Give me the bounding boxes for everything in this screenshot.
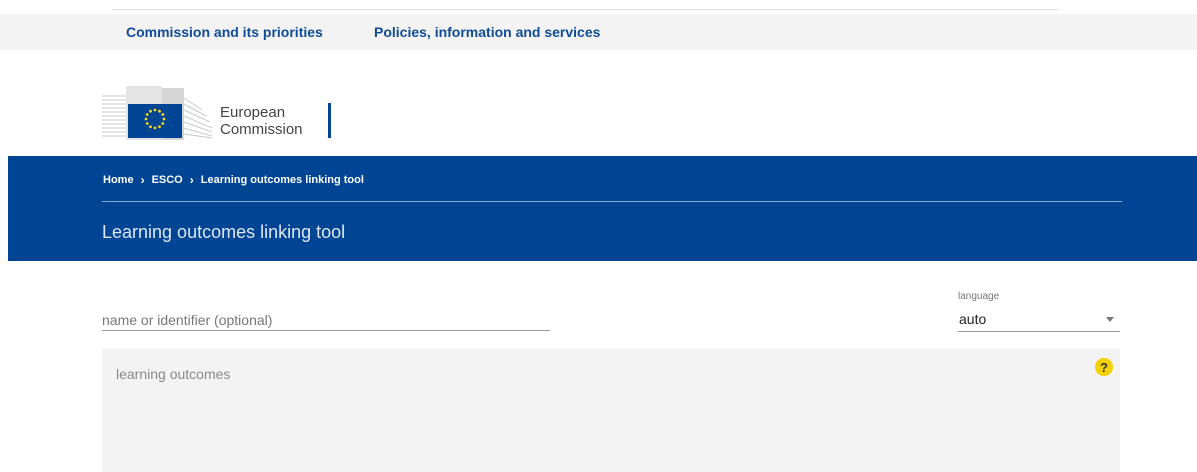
learning-outcomes-container: ? [102, 349, 1120, 472]
nav-link-policies-services[interactable]: Policies, information and services [374, 24, 600, 40]
language-selected-value: auto [959, 311, 987, 327]
breadcrumb-chevron-icon: › [140, 173, 145, 187]
learning-outcomes-textarea[interactable] [102, 349, 1120, 472]
logo-line-2: Commission [220, 121, 303, 138]
breadcrumb-chevron-icon: › [189, 173, 194, 187]
breadcrumb-current: Learning outcomes linking tool [200, 174, 364, 186]
breadcrumb-home[interactable]: Home [103, 174, 134, 186]
top-divider [112, 9, 1059, 10]
breadcrumb: Home › ESCO › Learning outcomes linking … [103, 173, 364, 187]
question-mark-icon[interactable]: ? [1095, 358, 1113, 376]
page-header-banner: Home › ESCO › Learning outcomes linking … [8, 156, 1197, 261]
logo-wordmark: European Commission [220, 104, 303, 138]
dropdown-caret-icon [1106, 317, 1114, 322]
logo-line-1: European [220, 104, 286, 121]
logo-accent-bar [328, 103, 331, 138]
language-label: language [958, 291, 1000, 302]
language-select[interactable]: auto [958, 307, 1120, 332]
name-identifier-input[interactable] [102, 310, 550, 331]
top-navigation: Commission and its priorities Policies, … [0, 14, 1197, 50]
breadcrumb-esco[interactable]: ESCO [152, 174, 183, 186]
banner-divider [102, 201, 1122, 202]
european-commission-logo[interactable]: European Commission [102, 82, 342, 142]
page-title: Learning outcomes linking tool [102, 222, 346, 242]
nav-link-commission-priorities[interactable]: Commission and its priorities [126, 24, 323, 40]
ec-building-flag-icon [102, 86, 213, 140]
